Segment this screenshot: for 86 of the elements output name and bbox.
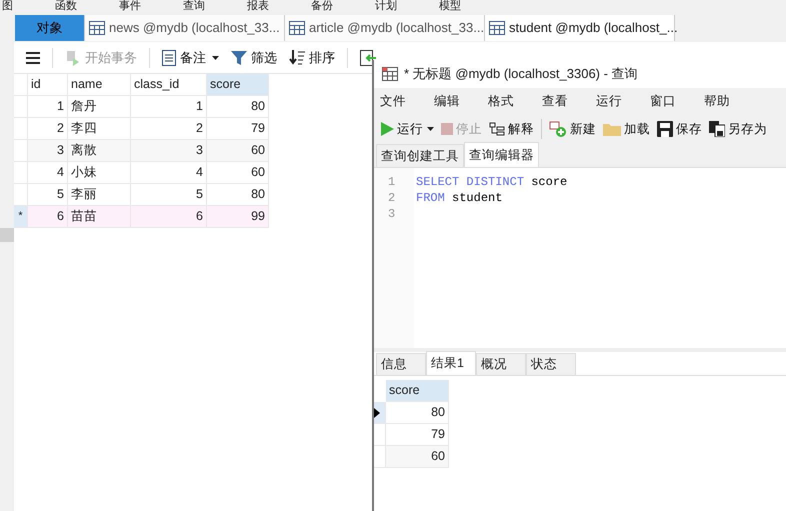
play-icon bbox=[380, 122, 394, 136]
menu-item[interactable]: 报表 bbox=[247, 0, 269, 13]
tab[interactable]: 查询编辑器 bbox=[464, 142, 539, 167]
menu-item[interactable]: 运行 bbox=[596, 92, 622, 111]
diagram-icon bbox=[489, 122, 505, 136]
toolbar-button[interactable]: 加载 bbox=[603, 120, 650, 138]
table-cell: 80 bbox=[207, 96, 269, 118]
tab[interactable]: news @mydb (localhost_33... bbox=[85, 15, 285, 41]
toolbar-button[interactable]: 另存为 bbox=[709, 120, 767, 138]
filter-icon bbox=[231, 50, 247, 66]
add-icon bbox=[549, 121, 567, 137]
play-icon bbox=[65, 50, 81, 66]
table-cell: 1 bbox=[28, 96, 68, 118]
tab[interactable]: 对象 bbox=[15, 15, 85, 41]
tab[interactable]: 状态 bbox=[526, 353, 576, 375]
toolbar-button[interactable]: 解释 bbox=[489, 120, 534, 138]
tab[interactable]: 结果1 bbox=[426, 351, 476, 375]
code-editor[interactable]: 1 2 3 SELECT DISTINCT score FROM student bbox=[374, 168, 786, 348]
toolbar-button[interactable]: 保存 bbox=[657, 120, 702, 138]
table-cell: 6 bbox=[28, 206, 68, 228]
line-number: 2 bbox=[387, 190, 396, 206]
table-cell: 3 bbox=[131, 140, 207, 162]
splitter-handle[interactable] bbox=[0, 228, 14, 242]
folder-icon bbox=[603, 122, 621, 136]
dropdown-icon[interactable] bbox=[212, 56, 219, 60]
table-cell: 99 bbox=[207, 206, 269, 228]
column-header[interactable]: id bbox=[28, 74, 68, 96]
menu-item[interactable]: 查询 bbox=[183, 0, 205, 13]
table-cell: 60 bbox=[207, 140, 269, 162]
table-icon bbox=[89, 21, 105, 35]
menu-item[interactable]: 事件 bbox=[119, 0, 141, 13]
toolbar-button[interactable]: 新建 bbox=[549, 120, 596, 138]
table-cell: 4 bbox=[28, 162, 68, 184]
tab[interactable]: article @mydb (localhost_33... bbox=[285, 15, 485, 41]
toolbar-button[interactable]: 筛选 bbox=[231, 48, 277, 68]
window-icon bbox=[382, 67, 398, 81]
menu-item[interactable]: 帮助 bbox=[704, 92, 730, 111]
toolbar-button[interactable]: 备注 bbox=[162, 48, 206, 68]
menu-item[interactable]: 备份 bbox=[311, 0, 333, 13]
tab[interactable]: student @mydb (localhost_... bbox=[485, 15, 675, 41]
tab[interactable]: 查询创建工具 bbox=[376, 144, 464, 167]
table-cell: 80 bbox=[386, 402, 449, 424]
menu-item[interactable]: 窗口 bbox=[650, 92, 676, 111]
table-cell: 4 bbox=[131, 162, 207, 184]
code-line: FROM student bbox=[415, 190, 504, 206]
toolbar-button[interactable]: 运行 bbox=[380, 120, 423, 138]
save-icon bbox=[657, 121, 673, 137]
document-icon bbox=[162, 50, 176, 66]
sort-icon bbox=[289, 50, 305, 66]
column-header[interactable]: name bbox=[68, 74, 131, 96]
table-cell: 小妹 bbox=[68, 162, 131, 184]
column-header[interactable]: score bbox=[386, 380, 449, 402]
window-title: * 无标题 @mydb (localhost_3306) - 查询 bbox=[404, 65, 638, 84]
menu-item[interactable]: 计划 bbox=[375, 0, 397, 13]
column-header[interactable]: score bbox=[207, 74, 269, 96]
line-number: 1 bbox=[387, 174, 396, 190]
menu-item[interactable]: 查看 bbox=[542, 92, 568, 111]
menu-item[interactable]: 图 bbox=[2, 0, 13, 13]
current-row-icon bbox=[374, 408, 380, 418]
row-header[interactable] bbox=[374, 402, 386, 424]
row-header[interactable]: * bbox=[14, 206, 28, 228]
table-cell: 3 bbox=[28, 140, 68, 162]
table-icon bbox=[489, 21, 505, 35]
menu-item[interactable]: 格式 bbox=[488, 92, 514, 111]
save-as-icon bbox=[709, 121, 725, 137]
toolbar-button[interactable]: 排序 bbox=[289, 48, 335, 68]
menu-item[interactable]: 模型 bbox=[439, 0, 461, 13]
table-cell: 60 bbox=[386, 446, 449, 468]
stop-icon bbox=[441, 123, 453, 135]
line-number: 3 bbox=[387, 206, 396, 222]
code-line: SELECT DISTINCT score bbox=[415, 174, 568, 190]
menu-icon[interactable] bbox=[26, 52, 40, 64]
table-cell: 6 bbox=[131, 206, 207, 228]
table-cell: 1 bbox=[131, 96, 207, 118]
menu-item[interactable]: 文件 bbox=[380, 92, 406, 111]
menu-item[interactable]: 编辑 bbox=[434, 92, 460, 111]
table-cell: 60 bbox=[207, 162, 269, 184]
tab[interactable]: 信息 bbox=[376, 353, 426, 375]
table-cell: 詹丹 bbox=[68, 96, 131, 118]
table-cell: 离散 bbox=[68, 140, 131, 162]
table-cell: 苗苗 bbox=[68, 206, 131, 228]
menu-item[interactable]: 函数 bbox=[55, 0, 77, 13]
tab[interactable]: 概况 bbox=[476, 353, 526, 375]
import-icon[interactable] bbox=[360, 50, 376, 66]
table-icon bbox=[289, 21, 305, 35]
dropdown-icon[interactable] bbox=[427, 127, 434, 131]
